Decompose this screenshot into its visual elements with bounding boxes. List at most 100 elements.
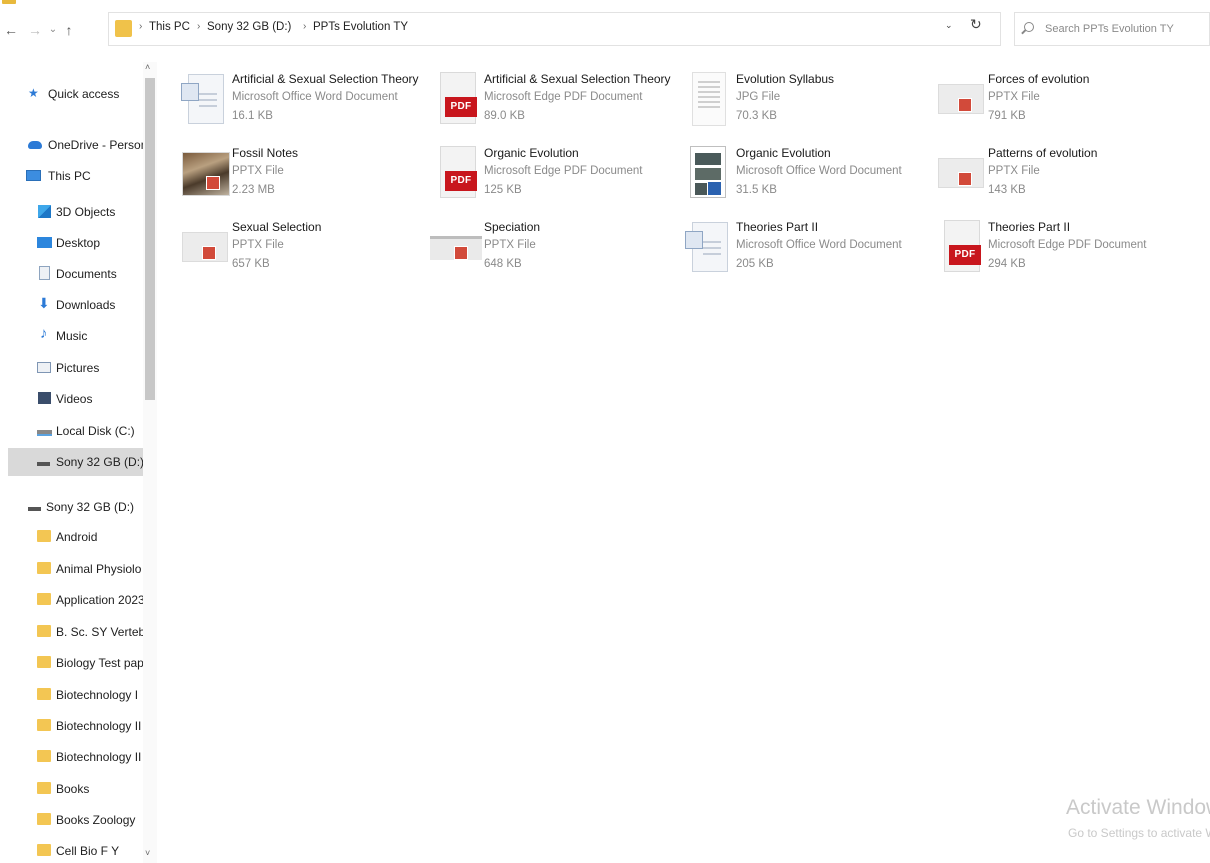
nav-folder-biology-test[interactable]: Biology Test pap — [0, 649, 145, 677]
powerpoint-file-icon — [430, 218, 482, 276]
word-document-icon — [682, 218, 730, 276]
breadcrumb-chevron-icon[interactable]: › — [139, 21, 142, 32]
file-name: Theories Part II — [988, 220, 1071, 234]
nav-folder-books-zoology[interactable]: Books Zoology — [0, 806, 145, 834]
powerpoint-file-icon — [934, 144, 984, 202]
file-name: Patterns of evolution — [988, 146, 1098, 160]
file-item[interactable]: Patterns of evolution PPTX File 143 KB — [926, 140, 1176, 212]
up-button[interactable]: ↑ — [60, 20, 78, 40]
address-bar[interactable]: › This PC › Sony 32 GB (D:) › PPTs Evolu… — [108, 12, 1001, 46]
folder-icon — [37, 813, 51, 825]
file-type: PPTX File — [232, 165, 284, 177]
nav-folder-cell-bio[interactable]: Cell Bio F Y — [0, 837, 145, 863]
videos-icon — [38, 392, 51, 404]
forward-button[interactable]: → — [26, 20, 44, 40]
address-dropdown-icon[interactable]: ⌄ — [945, 20, 953, 31]
file-name: Theories Part II — [736, 220, 819, 234]
nav-folder-biotechnology-3[interactable]: Biotechnology II — [0, 743, 145, 771]
breadcrumb-chevron-icon[interactable]: › — [303, 21, 306, 32]
file-size: 125 KB — [484, 184, 522, 196]
file-size: 2.23 MB — [232, 184, 275, 196]
folder-icon — [37, 656, 51, 668]
nav-item-desktop[interactable]: Desktop — [0, 229, 145, 257]
nav-item-label: Videos — [56, 392, 93, 406]
pdf-icon: PDF — [430, 144, 478, 202]
nav-folder-books[interactable]: Books — [0, 775, 145, 803]
file-type: PPTX File — [988, 165, 1040, 177]
breadcrumb-this-pc[interactable]: This PC — [149, 21, 190, 33]
powerpoint-file-icon — [934, 70, 984, 128]
nav-item-sony-drive-selected[interactable]: Sony 32 GB (D:) — [8, 448, 143, 476]
file-name: Sexual Selection — [232, 220, 322, 234]
powerpoint-photo-icon — [178, 144, 230, 202]
folder-icon — [37, 844, 51, 856]
file-item[interactable]: Sexual Selection PPTX File 657 KB — [170, 214, 420, 286]
file-name: Artificial & Sexual Selection Theory — [232, 72, 419, 86]
cube-icon — [38, 205, 51, 218]
file-item[interactable]: Forces of evolution PPTX File 791 KB — [926, 66, 1176, 138]
folder-icon — [37, 530, 51, 542]
file-type: Microsoft Office Word Document — [736, 239, 902, 251]
search-input[interactable]: Search PPTs Evolution TY — [1014, 12, 1210, 46]
nav-item-quick-access[interactable]: ★ Quick access — [0, 80, 145, 108]
file-size: 31.5 KB — [736, 184, 777, 196]
disk-drive-icon — [37, 430, 52, 436]
nav-item-label: Biotechnology II — [56, 719, 142, 733]
file-name: Speciation — [484, 220, 541, 234]
computer-icon — [26, 170, 41, 181]
nav-item-downloads[interactable]: ⬇ Downloads — [0, 291, 145, 319]
breadcrumb-current-folder[interactable]: PPTs Evolution TY — [313, 21, 408, 33]
file-type: PPTX File — [988, 91, 1040, 103]
file-item[interactable]: Theories Part II Microsoft Office Word D… — [674, 214, 924, 286]
nav-item-documents[interactable]: Documents — [0, 260, 145, 288]
file-item[interactable]: Evolution Syllabus JPG File 70.3 KB — [674, 66, 924, 138]
breadcrumb-chevron-icon[interactable]: › — [197, 21, 200, 32]
music-note-icon: ♪ — [40, 325, 48, 342]
back-button[interactable]: ← — [2, 20, 20, 40]
nav-item-label: B. Sc. SY Vertebr — [56, 625, 145, 639]
nav-item-this-pc[interactable]: This PC — [0, 162, 145, 190]
file-item[interactable]: Fossil Notes PPTX File 2.23 MB — [170, 140, 420, 212]
file-item[interactable]: PDF Theories Part II Microsoft Edge PDF … — [926, 214, 1176, 286]
nav-folder-biotechnology-1[interactable]: Biotechnology I — [0, 681, 145, 709]
activate-windows-watermark: Activate Windows — [1066, 796, 1210, 819]
usb-drive-icon — [37, 462, 50, 466]
nav-item-videos[interactable]: Videos — [0, 385, 145, 413]
nav-folder-android[interactable]: Android — [0, 523, 145, 551]
address-toolbar: ← → ⌄ ↑ › This PC › Sony 32 GB (D:) › PP… — [0, 0, 1210, 62]
nav-folder-application[interactable]: Application 2023 — [0, 586, 145, 614]
nav-item-label: Books Zoology — [56, 813, 136, 827]
nav-item-music[interactable]: ♪ Music — [0, 322, 145, 350]
file-item[interactable]: Speciation PPTX File 648 KB — [422, 214, 672, 286]
nav-folder-biotechnology-2[interactable]: Biotechnology II — [0, 712, 145, 740]
nav-item-pictures[interactable]: Pictures — [0, 354, 145, 382]
breadcrumb-sony-drive[interactable]: Sony 32 GB (D:) — [207, 21, 291, 33]
nav-item-3d-objects[interactable]: 3D Objects — [0, 198, 145, 226]
nav-item-onedrive[interactable]: OneDrive - Person — [0, 131, 145, 159]
nav-item-local-disk[interactable]: Local Disk (C:) — [0, 417, 145, 445]
nav-item-label: 3D Objects — [56, 205, 116, 219]
nav-item-label: Sony 32 GB (D:) — [56, 455, 143, 469]
refresh-icon[interactable]: ↻ — [970, 16, 982, 33]
nav-folder-animal-physiology[interactable]: Animal Physiolo — [0, 555, 145, 583]
file-name: Organic Evolution — [484, 146, 579, 160]
nav-item-label: Music — [56, 329, 88, 343]
nav-item-label: Sony 32 GB (D:) — [46, 500, 135, 514]
scroll-down-icon[interactable]: ˅ — [145, 848, 150, 858]
file-item[interactable]: PDF Artificial & Sexual Selection Theory… — [422, 66, 672, 138]
file-name: Evolution Syllabus — [736, 72, 835, 86]
nav-item-label: Animal Physiolo — [56, 562, 142, 576]
nav-item-label: Documents — [56, 267, 117, 281]
nav-item-label: Quick access — [48, 87, 120, 101]
file-type: PPTX File — [484, 239, 536, 251]
file-item[interactable]: Organic Evolution Microsoft Office Word … — [674, 140, 924, 212]
word-document-icon — [178, 70, 226, 128]
file-item[interactable]: PDF Organic Evolution Microsoft Edge PDF… — [422, 140, 672, 212]
file-item[interactable]: Artificial & Sexual Selection Theory Mic… — [170, 66, 420, 138]
usb-drive-icon — [28, 507, 41, 511]
scroll-up-icon[interactable]: ˄ — [145, 62, 150, 72]
nav-item-sony-drive[interactable]: Sony 32 GB (D:) — [0, 493, 145, 521]
nav-scrollbar-thumb[interactable] — [145, 78, 155, 400]
nav-folder-bsc-vertebrates[interactable]: B. Sc. SY Vertebr — [0, 618, 145, 646]
pdf-badge: PDF — [445, 171, 477, 191]
